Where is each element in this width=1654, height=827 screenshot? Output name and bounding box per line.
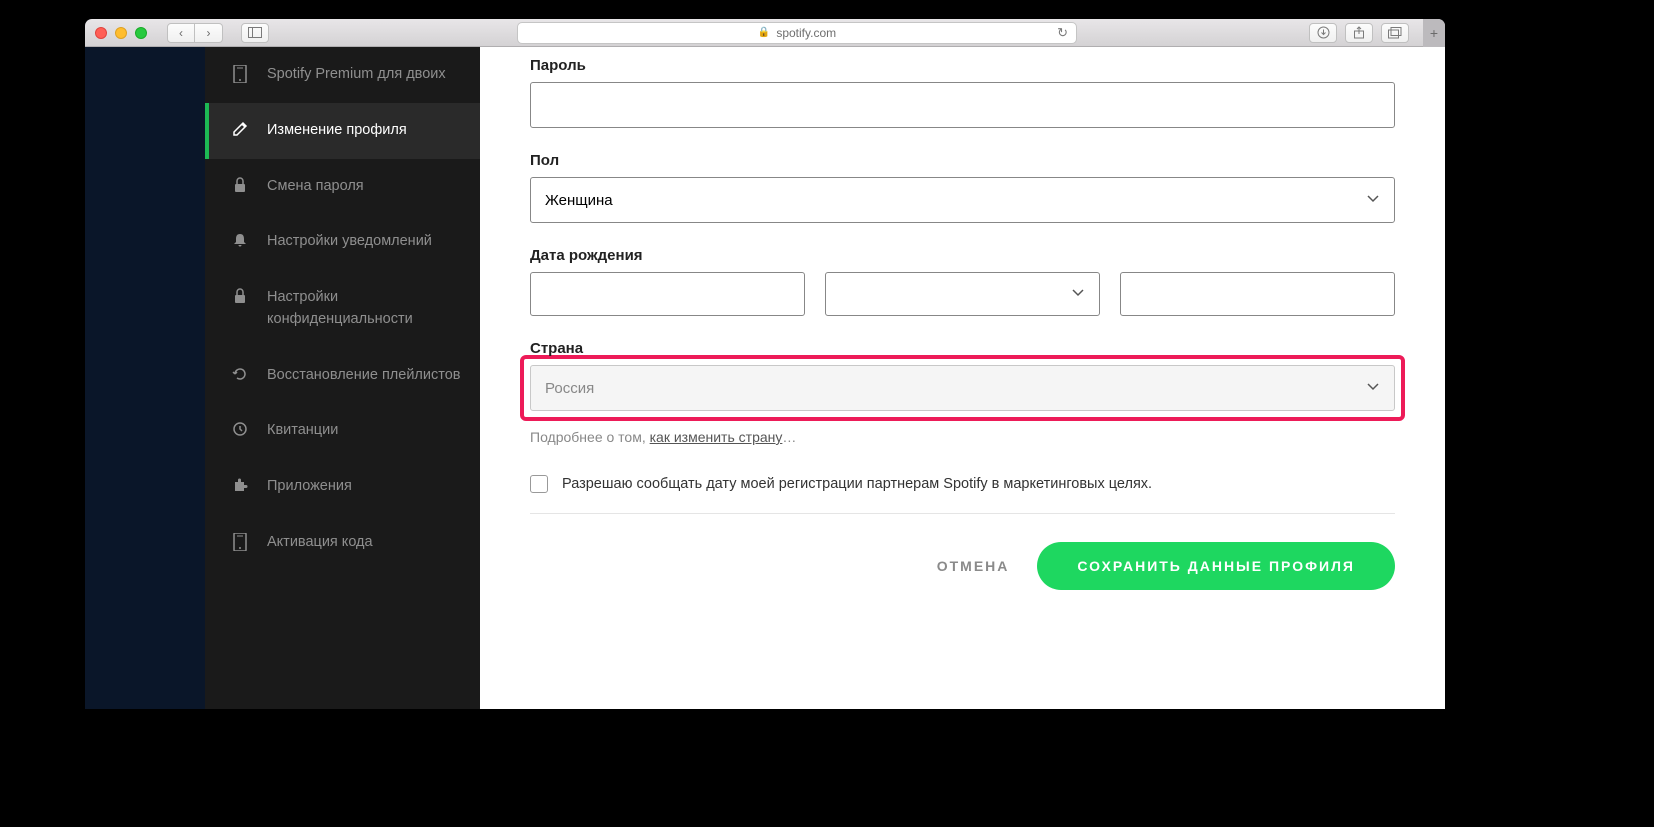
share-button[interactable] <box>1345 23 1373 43</box>
url-text: spotify.com <box>776 26 836 40</box>
restore-icon <box>231 366 249 382</box>
sidebar-item-notifications[interactable]: Настройки уведомлений <box>205 214 480 270</box>
sidebar-item-label: Смена пароля <box>267 176 364 198</box>
show-sidebar-button[interactable] <box>241 23 269 43</box>
close-window-icon[interactable] <box>95 27 107 39</box>
bell-icon <box>231 232 249 248</box>
save-button[interactable]: СОХРАНИТЬ ДАННЫЕ ПРОФИЛЯ <box>1037 542 1395 590</box>
nav-buttons: ‹ › <box>167 23 223 43</box>
dob-group: Дата рождения <box>530 247 1395 316</box>
sidebar-item-redeem[interactable]: Активация кода <box>205 515 480 571</box>
sidebar: Spotify Premium для двоих Изменение проф… <box>205 47 480 709</box>
sidebar-item-receipts[interactable]: Квитанции <box>205 403 480 459</box>
sidebar-item-label: Активация кода <box>267 532 373 554</box>
gender-group: Пол Женщина <box>530 152 1395 223</box>
lock-icon: 🔒 <box>758 27 770 38</box>
cancel-button[interactable]: ОТМЕНА <box>927 544 1020 588</box>
sidebar-item-apps[interactable]: Приложения <box>205 459 480 515</box>
marketing-checkbox[interactable] <box>530 475 548 493</box>
downloads-button[interactable] <box>1309 23 1337 43</box>
browser-title-bar: ‹ › 🔒 spotify.com ↻ + <box>85 19 1445 47</box>
gender-label: Пол <box>530 152 1395 169</box>
country-highlight: Россия <box>520 355 1405 421</box>
toolbar-right <box>1309 23 1409 43</box>
sidebar-item-label: Spotify Premium для двоих <box>267 64 446 86</box>
sidebar-item-privacy[interactable]: Настройки конфиденциальности <box>205 270 480 348</box>
back-button[interactable]: ‹ <box>167 23 195 43</box>
card-icon <box>231 533 249 551</box>
sidebar-item-recover-playlists[interactable]: Восстановление плейлистов <box>205 348 480 404</box>
main-content: Пароль Пол Женщина Дата рождения <box>480 47 1445 709</box>
sidebar-item-label: Настройки конфиденциальности <box>267 287 462 331</box>
gender-select[interactable]: Женщина <box>530 177 1395 223</box>
country-select[interactable]: Россия <box>530 365 1395 411</box>
country-note: Подробнее о том, как изменить страну… <box>530 429 1395 445</box>
sidebar-item-label: Изменение профиля <box>267 120 407 142</box>
dob-year-input[interactable] <box>1120 272 1395 316</box>
device-icon <box>231 65 249 83</box>
pencil-icon <box>231 121 249 137</box>
window-controls <box>95 27 147 39</box>
divider <box>530 513 1395 514</box>
dob-label: Дата рождения <box>530 247 1395 264</box>
sidebar-item-label: Восстановление плейлистов <box>267 365 460 387</box>
lock-icon <box>231 177 249 193</box>
tabs-button[interactable] <box>1381 23 1409 43</box>
chevron-down-icon <box>1071 285 1085 303</box>
form-actions: ОТМЕНА СОХРАНИТЬ ДАННЫЕ ПРОФИЛЯ <box>530 542 1395 590</box>
puzzle-icon <box>231 477 249 493</box>
sidebar-item-edit-profile[interactable]: Изменение профиля <box>205 103 480 159</box>
sidebar-item-premium-duo[interactable]: Spotify Premium для двоих <box>205 47 480 103</box>
forward-button[interactable]: › <box>195 23 223 43</box>
sidebar-item-label: Квитанции <box>267 420 338 442</box>
new-tab-button[interactable]: + <box>1423 19 1445 47</box>
fullscreen-window-icon[interactable] <box>135 27 147 39</box>
browser-window: ‹ › 🔒 spotify.com ↻ + Sp <box>85 19 1445 709</box>
reload-icon[interactable]: ↻ <box>1057 25 1068 41</box>
country-group: Страна Россия Подробнее о том, как измен… <box>530 340 1395 445</box>
page-body: Spotify Premium для двоих Изменение проф… <box>85 47 1445 709</box>
sidebar-item-label: Настройки уведомлений <box>267 231 432 253</box>
url-bar[interactable]: 🔒 spotify.com ↻ <box>517 22 1077 44</box>
marketing-row: Разрешаю сообщать дату моей регистрации … <box>530 475 1395 493</box>
sidebar-item-label: Приложения <box>267 476 352 498</box>
marketing-label: Разрешаю сообщать дату моей регистрации … <box>562 476 1152 492</box>
lock-icon <box>231 288 249 304</box>
country-value: Россия <box>545 380 594 397</box>
dob-month-select[interactable] <box>825 272 1100 316</box>
password-input[interactable] <box>530 82 1395 128</box>
chevron-down-icon <box>1366 191 1380 209</box>
change-country-link[interactable]: как изменить страну <box>650 429 783 445</box>
sidebar-item-change-password[interactable]: Смена пароля <box>205 159 480 215</box>
chevron-down-icon <box>1366 379 1380 397</box>
dob-day-input[interactable] <box>530 272 805 316</box>
password-group: Пароль <box>530 57 1395 128</box>
gender-value: Женщина <box>545 192 613 209</box>
password-label: Пароль <box>530 57 1395 74</box>
minimize-window-icon[interactable] <box>115 27 127 39</box>
clock-icon <box>231 421 249 437</box>
